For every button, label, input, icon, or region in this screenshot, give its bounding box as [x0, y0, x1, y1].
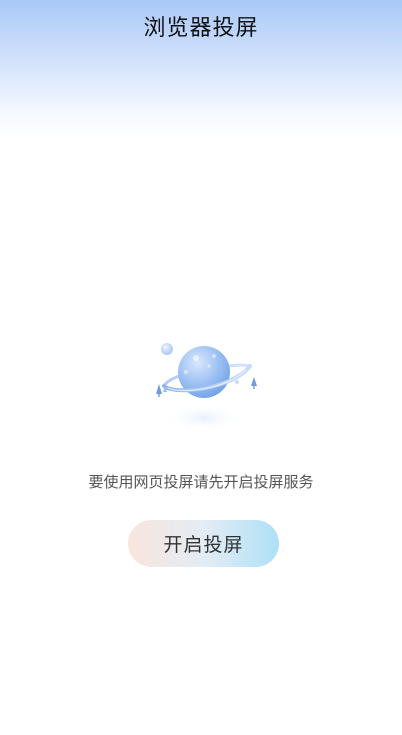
page-title: 浏览器投屏 — [143, 16, 259, 41]
enable-casting-button-label: 开启投屏 — [163, 534, 244, 556]
planet-icon — [146, 336, 258, 436]
empty-state-message: 要使用网页投屏请先开启投屏服务 — [88, 473, 314, 491]
enable-casting-button[interactable]: 开启投屏 — [128, 520, 279, 567]
